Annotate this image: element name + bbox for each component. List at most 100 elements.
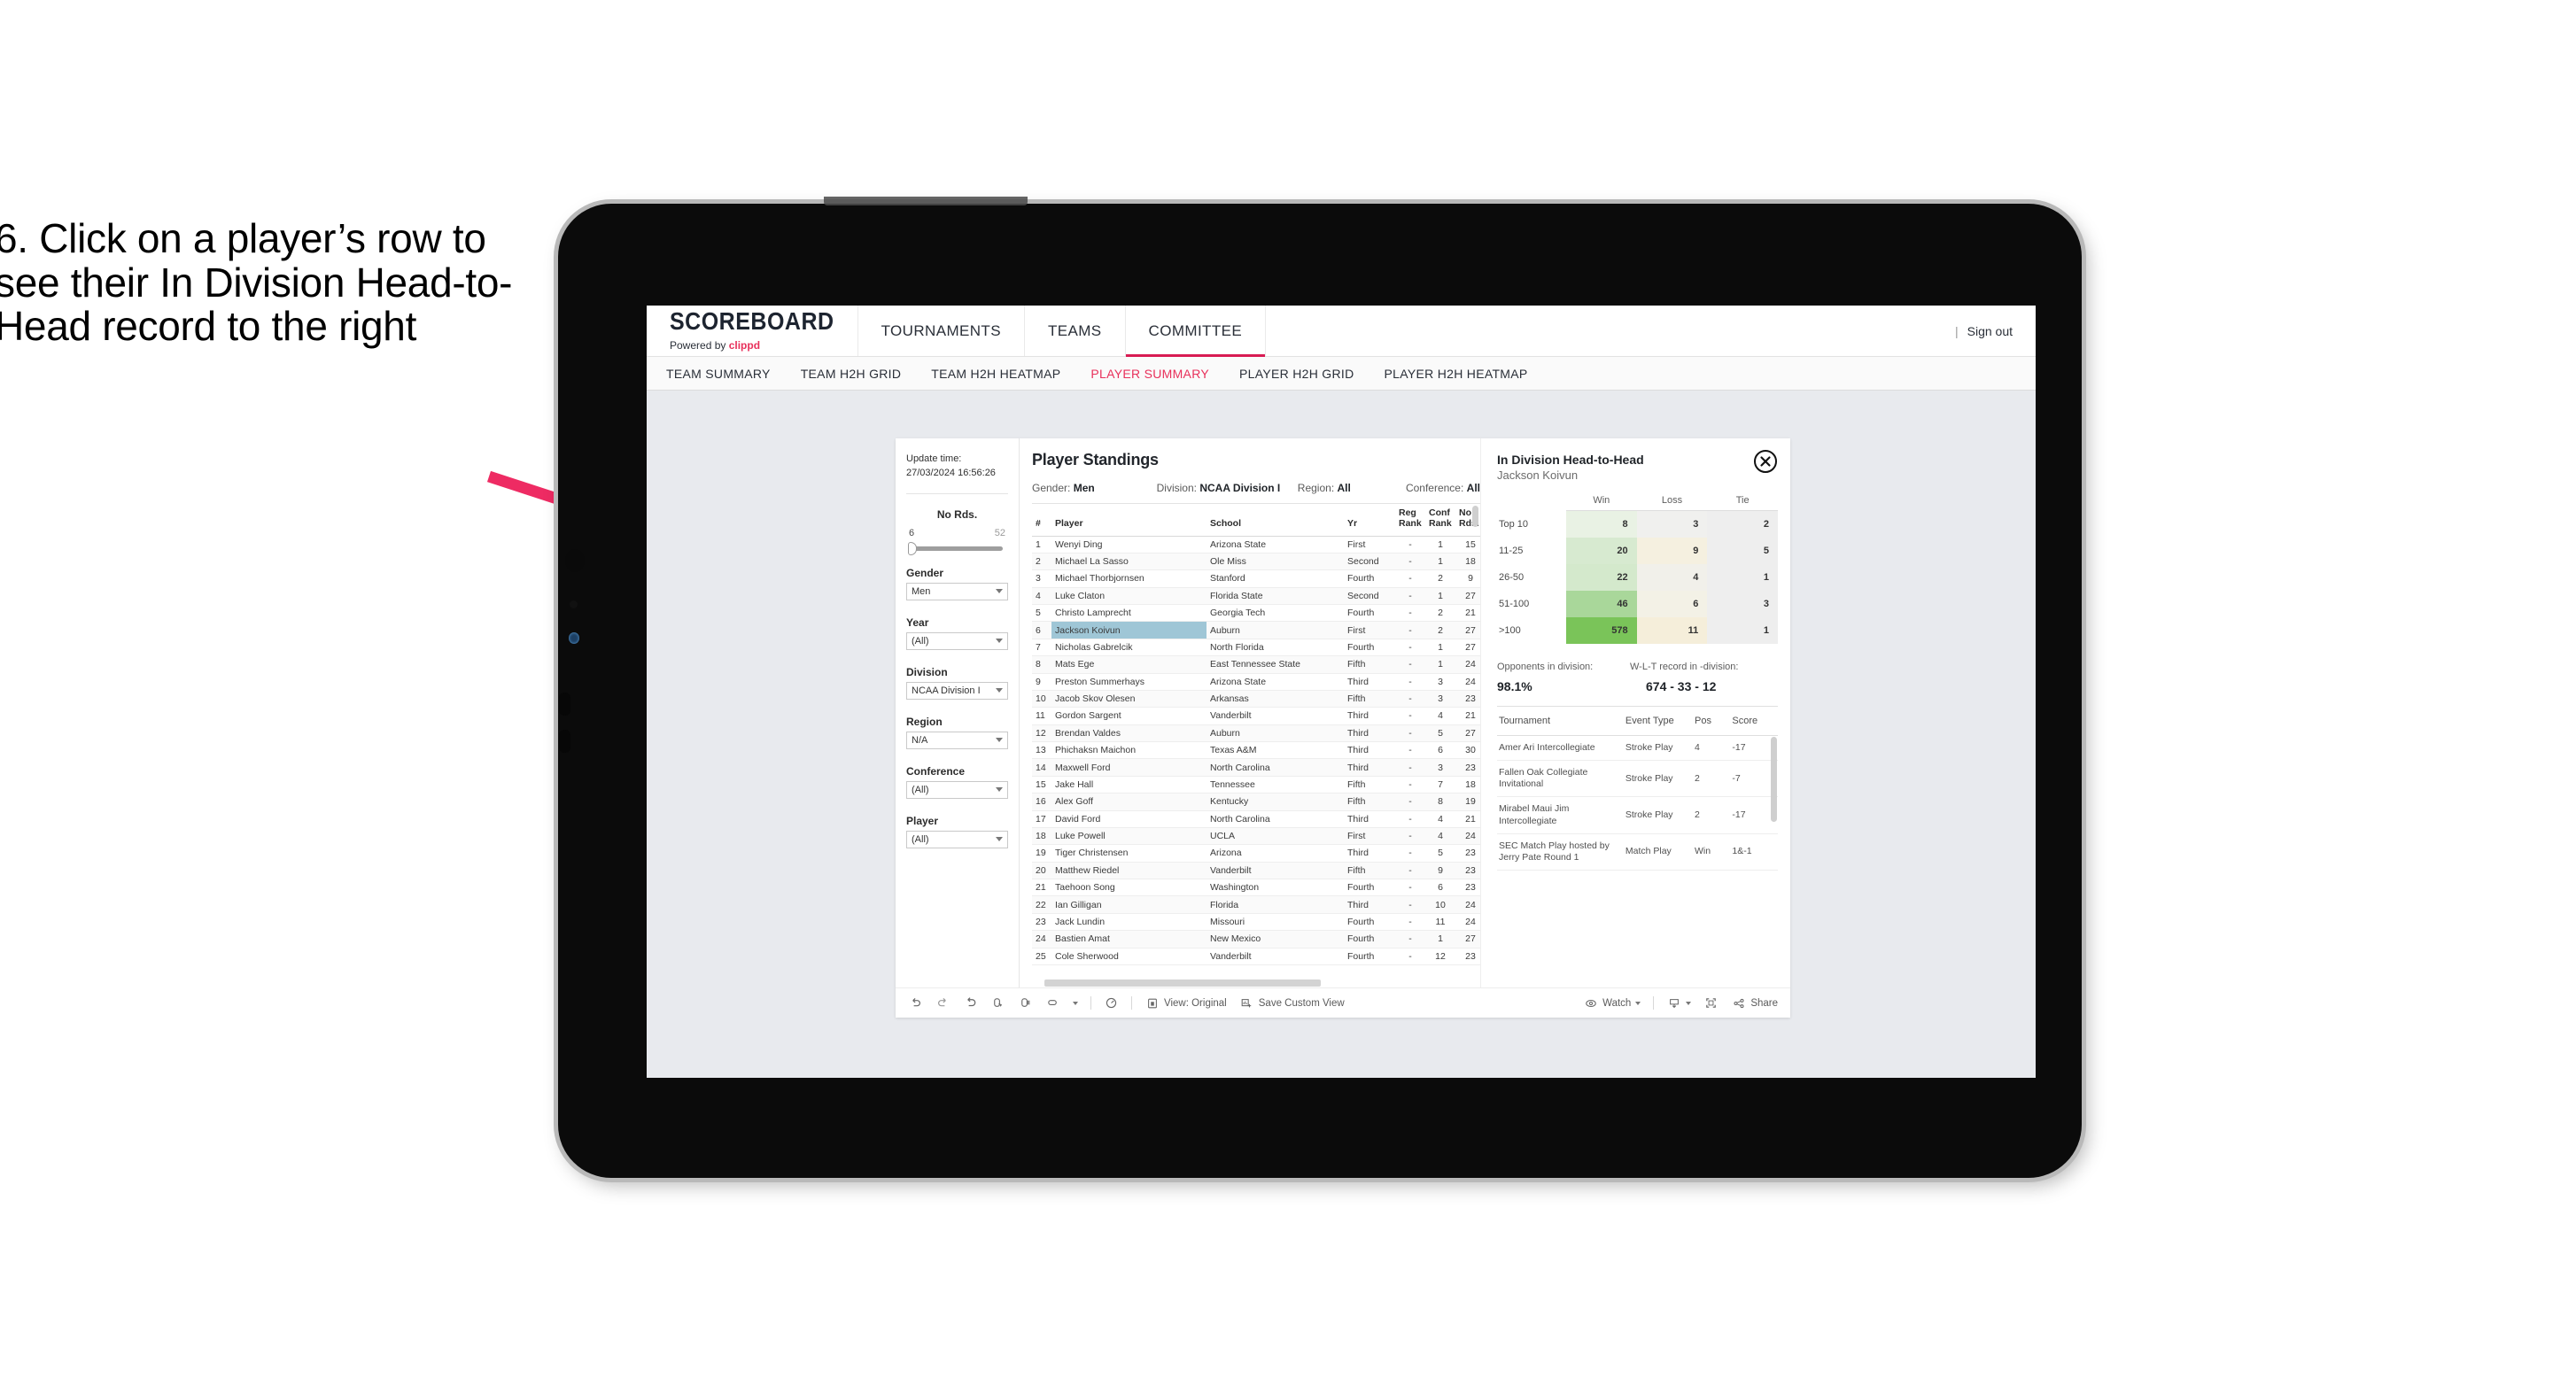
- players-table-horizontal-scrollbar[interactable]: [1032, 978, 1480, 987]
- table-row[interactable]: 6Jackson KoivunAuburnFirst-2271: [1032, 621, 1480, 639]
- table-row[interactable]: 7 Nicholas Gabrelcik North Florida Fourth -1…: [1032, 639, 1480, 657]
- filter-year-select[interactable]: (All): [906, 631, 1008, 650]
- volume-down-button[interactable]: [559, 730, 570, 753]
- player-school: Missouri: [1207, 913, 1344, 932]
- table-row[interactable]: 20Matthew RiedelVanderbiltFifth-9230: [1032, 862, 1480, 880]
- table-row[interactable]: 8Mats EgeEast Tennessee StateFifth-1242: [1032, 655, 1480, 674]
- tab-team-h2h-heatmap[interactable]: TEAM H2H HEATMAP: [931, 367, 1060, 381]
- col-rank[interactable]: #: [1032, 504, 1051, 537]
- tab-player-summary[interactable]: PLAYER SUMMARY: [1090, 367, 1209, 381]
- brand-powered-label: Powered by: [670, 338, 726, 352]
- nav-item-tournaments[interactable]: TOURNAMENTS: [858, 306, 1025, 356]
- redo-icon[interactable]: [935, 995, 950, 1010]
- player-school: Arkansas: [1207, 690, 1344, 708]
- tab-team-summary[interactable]: TEAM SUMMARY: [666, 367, 771, 381]
- table-row[interactable]: 16Alex GoffKentuckyFifth-8190: [1032, 793, 1480, 811]
- players-table-vertical-scrollbar[interactable]: [1472, 506, 1478, 527]
- table-row[interactable]: 13Phichaksn MaichonTexas A&MThird-6301: [1032, 741, 1480, 760]
- list-item[interactable]: Mirabel Maui Jim Intercollegiate Stroke P…: [1497, 796, 1778, 834]
- list-item[interactable]: Fallen Oak Collegiate Invitational Stroke…: [1497, 760, 1778, 798]
- share-button[interactable]: Share: [1731, 995, 1778, 1010]
- h2h-row: 51-100 46 6 3: [1497, 591, 1778, 617]
- player-conf-rank: 12: [1425, 948, 1455, 965]
- table-row[interactable]: 18Luke PowellUCLAFirst-4241: [1032, 827, 1480, 846]
- list-item[interactable]: Amer Ari Intercollegiate Stroke Play 4 -17: [1497, 735, 1778, 762]
- table-row[interactable]: 2Michael La SassoOle MissSecond-1180: [1032, 553, 1480, 571]
- filter-player-select[interactable]: (All): [906, 830, 1008, 848]
- tab-player-h2h-heatmap[interactable]: PLAYER H2H HEATMAP: [1385, 367, 1528, 381]
- chevron-down-icon: [1686, 1001, 1692, 1005]
- table-row[interactable]: 10Jacob Skov OlesenArkansasFifth-3230: [1032, 690, 1480, 708]
- table-row[interactable]: 4Luke ClatonFlorida StateSecond-1272: [1032, 587, 1480, 606]
- player-rank: 6: [1032, 621, 1051, 639]
- players-table-horizontal-scroll-thumb[interactable]: [1044, 979, 1321, 987]
- filters-divider: [906, 492, 1008, 494]
- table-row[interactable]: 24Bastien AmatNew MexicoFourth-1272: [1032, 930, 1480, 949]
- revert-icon[interactable]: [963, 995, 978, 1010]
- pause-auto-updates-icon[interactable]: [1018, 995, 1033, 1010]
- table-row[interactable]: 17David FordNorth CarolinaThird-4211: [1032, 810, 1480, 828]
- col-conf-rank[interactable]: Conf Rank: [1425, 504, 1455, 537]
- player-school: North Florida: [1207, 639, 1344, 657]
- pause-refresh-icon[interactable]: [1104, 995, 1119, 1010]
- player-reg-rank: -: [1395, 655, 1425, 674]
- filter-conference-select[interactable]: (All): [906, 780, 1008, 799]
- save-custom-view-button[interactable]: Save Custom View: [1239, 995, 1345, 1010]
- list-item[interactable]: SEC Match Play hosted by Jerry Pate Roun…: [1497, 833, 1778, 871]
- table-row[interactable]: 9 Preston Summerhays Arizona State Third -3 2…: [1032, 673, 1480, 691]
- brand-logo[interactable]: SCOREBOARD Powered by clippd: [647, 306, 858, 356]
- page-title: Player Standings: [1032, 451, 1159, 468]
- table-row[interactable]: 15Jake HallTennesseeFifth-7180: [1032, 776, 1480, 794]
- filter-region-select[interactable]: N/A: [906, 731, 1008, 749]
- table-row[interactable]: 25Cole SherwoodVanderbiltFourth-12231: [1032, 948, 1480, 965]
- no-rounds-slider-handle[interactable]: [908, 541, 917, 555]
- col-score[interactable]: Score: [1730, 707, 1778, 736]
- col-pos[interactable]: Pos: [1692, 707, 1731, 736]
- table-row[interactable]: 5 Christo Lamprecht Georgia Tech Fourth -2 21…: [1032, 604, 1480, 623]
- close-icon[interactable]: [1753, 449, 1778, 474]
- tab-player-h2h-grid[interactable]: PLAYER H2H GRID: [1239, 367, 1354, 381]
- table-row[interactable]: 3Michael ThorbjornsenStanfordFourth-291: [1032, 569, 1480, 588]
- tournaments-table-scrollbar[interactable]: [1771, 737, 1777, 822]
- players-table: # Player School Yr Reg Rank Conf Rank No…: [1032, 504, 1480, 965]
- highlight-icon[interactable]: [1045, 995, 1060, 1010]
- download-button[interactable]: [1666, 995, 1692, 1010]
- col-school[interactable]: School: [1207, 504, 1344, 537]
- player-year: Fourth: [1344, 948, 1395, 965]
- volume-up-button[interactable]: [559, 693, 570, 716]
- table-row[interactable]: 1Wenyi DingArizona StateFirst-1151: [1032, 536, 1480, 554]
- player-rank: 24: [1032, 930, 1051, 949]
- view-original-button[interactable]: View: Original: [1144, 995, 1227, 1010]
- meta-division: Division: NCAA Division I: [1157, 482, 1298, 494]
- watch-button[interactable]: Watch: [1583, 995, 1641, 1010]
- table-row[interactable]: 22Ian GilliganFloridaThird-10241: [1032, 895, 1480, 914]
- filter-gender-select[interactable]: Men: [906, 582, 1008, 600]
- nav-item-teams[interactable]: TEAMS: [1025, 306, 1126, 356]
- nav-item-committee[interactable]: COMMITTEE: [1125, 306, 1267, 357]
- fullscreen-icon[interactable]: [1703, 995, 1719, 1010]
- player-reg-rank: -: [1395, 741, 1425, 760]
- filter-division-select[interactable]: NCAA Division I: [906, 681, 1008, 700]
- col-event-type[interactable]: Event Type: [1623, 707, 1693, 736]
- player-conf-rank: 6: [1425, 879, 1455, 897]
- col-year[interactable]: Yr: [1344, 504, 1395, 537]
- table-row[interactable]: 23Jack LundinMissouriFourth-11240: [1032, 913, 1480, 932]
- table-row[interactable]: 11Gordon SargentVanderbiltThird-4210: [1032, 707, 1480, 725]
- col-player[interactable]: Player: [1051, 504, 1207, 537]
- table-row[interactable]: 14Maxwell FordNorth CarolinaThird-3230: [1032, 758, 1480, 777]
- tab-team-h2h-grid[interactable]: TEAM H2H GRID: [801, 367, 902, 381]
- player-no-rds: 21: [1455, 810, 1480, 828]
- table-row[interactable]: 21Taehoon SongWashingtonFourth-6231: [1032, 879, 1480, 897]
- col-reg-rank[interactable]: Reg Rank: [1395, 504, 1425, 537]
- player-name: Taehoon Song: [1051, 879, 1207, 897]
- sign-out-link[interactable]: Sign out: [1967, 324, 2013, 338]
- chevron-down-icon[interactable]: [1073, 1001, 1078, 1005]
- refresh-data-icon[interactable]: [990, 995, 1005, 1010]
- brand-clippd-name: clippd: [728, 338, 761, 352]
- table-row[interactable]: 12Brendan ValdesAuburnThird-5270: [1032, 724, 1480, 743]
- col-tournament[interactable]: Tournament: [1497, 707, 1624, 736]
- player-school: UCLA: [1207, 827, 1344, 846]
- undo-icon[interactable]: [908, 995, 923, 1010]
- table-row[interactable]: 19Tiger ChristensenArizonaThird-5232: [1032, 844, 1480, 863]
- no-rounds-slider-track[interactable]: [908, 541, 1003, 555]
